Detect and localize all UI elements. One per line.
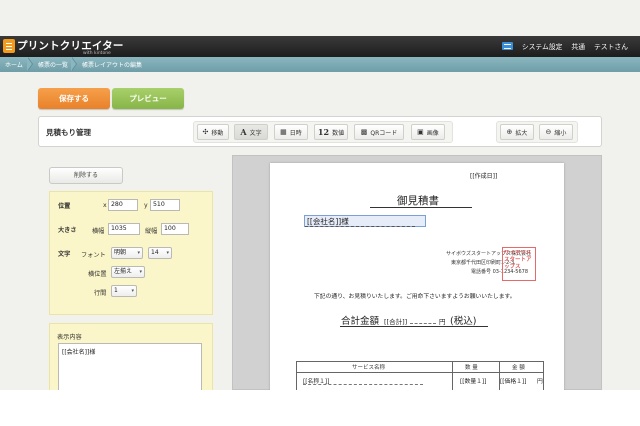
tool-move-label: 移動 [211,129,224,137]
image-icon: ▣ [417,127,424,136]
tool-image-label: 画像 [426,129,439,137]
text-section-label: 文字 [58,251,71,258]
breadcrumb-separator [27,56,33,71]
font-select-value: 明朝 [114,249,127,256]
document-title[interactable]: 御見積書 [397,193,439,208]
line-spacing-select[interactable]: 1 ▾ [111,285,137,297]
intro-text[interactable]: 下記の通り、お見積りいたします。ご用命下さいますようお願いいたします。 [314,291,516,300]
tool-datetime-label: 日時 [289,129,302,137]
app-logo-icon[interactable] [3,39,15,53]
tool-qrcode[interactable]: ▩ QRコード [354,124,404,140]
tool-move[interactable]: ✣ 移動 [197,124,229,140]
size-label: 大きさ [58,227,77,234]
system-settings-link[interactable]: システム設定 [522,41,563,51]
chevron-down-icon: ▾ [139,269,142,275]
zoom-in-button[interactable]: ⊕ 拡大 [500,124,534,140]
total-dash-line [410,323,436,324]
row-quantity-field[interactable]: [[数量１]] [460,376,486,385]
font-size-select-value: 14 [151,249,159,256]
font-label: フォント [81,252,106,259]
tool-image[interactable]: ▣ 画像 [411,124,445,140]
tool-text-label: 文字 [249,129,262,137]
breadcrumb-home[interactable]: ホーム [5,60,23,69]
tool-qrcode-label: QRコード [370,129,398,137]
qrcode-icon: ▩ [360,127,368,136]
height-field[interactable]: 100 [161,223,189,235]
content-label: 表示内容 [57,334,82,341]
align-label: 横位置 [88,271,107,278]
calendar-icon: ▦ [280,127,287,136]
width-label: 横幅 [92,228,105,235]
breadcrumb-form-list[interactable]: 帳票の一覧 [38,60,68,69]
breadcrumb-current: 帳票レイアウトの編集 [82,62,143,69]
line-spacing-select-value: 1 [114,287,118,294]
total-amount-label[interactable]: 合計金額 [341,313,379,327]
breadcrumb-separator [71,56,77,71]
chevron-down-icon: ▾ [137,250,140,256]
customer-underline [305,226,415,227]
zoom-out-label: 縮小 [554,129,567,137]
text-icon: A [240,127,247,137]
tool-datetime[interactable]: ▦ 日時 [274,124,308,140]
tool-number[interactable]: 12 数値 [314,124,348,140]
x-field[interactable]: 280 [108,199,138,211]
tax-label[interactable]: (税込) [450,313,476,327]
width-field[interactable]: 1035 [108,223,140,235]
font-size-select[interactable]: 14 ▾ [148,247,172,259]
yen-unit: 円 [439,318,446,326]
total-field[interactable]: [[合計]] [384,316,407,326]
tool-text[interactable]: A 文字 [234,124,268,140]
x-label: x [103,202,107,209]
header-service-name: サービス名称 [352,365,386,371]
system-settings-icon[interactable] [501,42,513,50]
align-select-value: 左揃え [114,268,133,275]
save-button[interactable]: 保存する [38,88,110,109]
items-table-header [296,361,544,373]
y-label: y [144,202,148,209]
zoom-in-label: 拡大 [515,129,528,137]
table-divider [452,361,453,390]
company-seal-text: サイボウズスタートアップス [504,250,532,270]
position-label: 位置 [58,203,71,210]
top-right-menu: システム設定 共通 テストさん [501,41,628,51]
line-spacing-label: 行間 [94,290,107,297]
user-name[interactable]: テストさん [594,41,628,51]
height-label: 縦幅 [145,228,158,235]
zoom-out-button[interactable]: ⊖ 縮小 [539,124,573,140]
total-underline [340,326,488,327]
zoom-in-icon: ⊕ [506,127,513,136]
title-underline [370,207,472,208]
common-link[interactable]: 共通 [571,41,585,51]
move-icon: ✣ [202,127,209,136]
row-yen-unit: 円 [537,379,543,385]
form-title: 見積もり管理 [46,128,91,137]
content-textarea[interactable]: [[会社名]]様 [58,343,202,390]
header-quantity: 数 量 [465,365,478,371]
font-select[interactable]: 明朝 ▾ [111,247,143,259]
tool-number-label: 数値 [332,129,345,137]
zoom-out-icon: ⊖ [545,127,552,136]
chevron-down-icon: ▾ [131,288,134,294]
app-brand-sub: with kintone [83,51,111,56]
app-screen: プリントクリエイター with kintone システム設定 共通 テストさん … [0,0,640,390]
align-select[interactable]: 左揃え ▾ [111,266,145,278]
y-field[interactable]: 510 [150,199,180,211]
number-icon: 12 [317,127,330,137]
preview-button[interactable]: プレビュー [112,88,184,109]
created-date-field[interactable]: [[作成日]] [470,171,497,180]
row-name-underline [303,384,423,385]
delete-button[interactable]: 削除する [49,167,123,184]
chevron-down-icon: ▾ [166,250,169,256]
header-amount: 金 額 [512,365,525,371]
row-price-field[interactable]: [[価格１]] [500,376,526,385]
